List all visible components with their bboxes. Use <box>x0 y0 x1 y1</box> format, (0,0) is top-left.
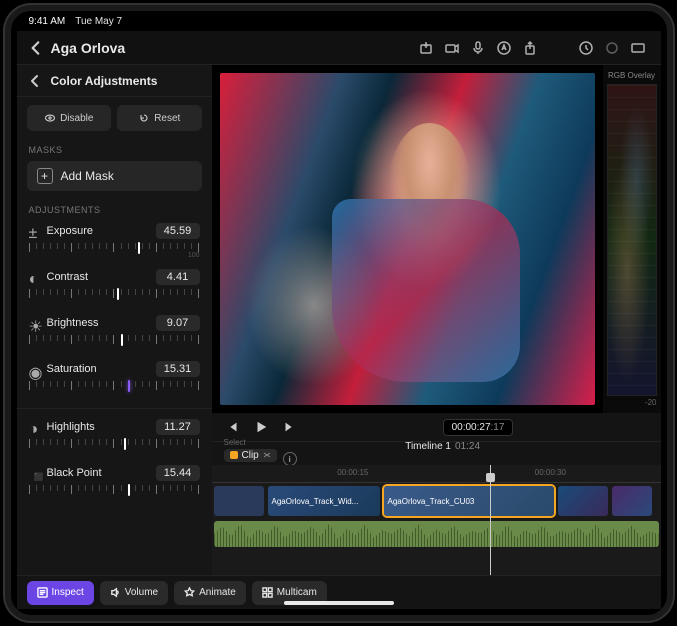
inspect-tab[interactable]: Inspect <box>27 581 94 605</box>
project-title: Aga Orlova <box>51 40 126 56</box>
adj-icon: ☀ <box>29 317 41 329</box>
next-frame-button[interactable] <box>280 418 298 436</box>
volume-tab[interactable]: Volume <box>100 581 168 605</box>
app-window: Aga Orlova Color Adjustments Disable Res… <box>17 31 661 609</box>
back-button[interactable] <box>27 39 45 57</box>
viewer[interactable] <box>212 65 603 413</box>
scopes-panel: RGB Overlay -20 <box>603 65 661 413</box>
adj-value[interactable]: 15.31 <box>156 361 200 377</box>
camera-icon[interactable] <box>439 35 465 61</box>
home-indicator[interactable] <box>284 601 394 605</box>
timecode-display[interactable]: 00:00:27:17 <box>443 419 514 436</box>
clip-3-selected[interactable]: AgaOrlova_Track_CU03 <box>384 486 554 516</box>
adj-value[interactable]: 45.59 <box>156 223 200 239</box>
history-icon[interactable] <box>573 35 599 61</box>
adj-slider[interactable] <box>29 381 200 399</box>
transport-bar: 00:00:27:17 <box>212 413 661 441</box>
ipad-frame: 9:41 AM Tue May 7 Aga Orlova Color Adjus… <box>5 5 673 621</box>
timeline-ruler[interactable]: 00:00:15 00:00:30 <box>212 465 661 483</box>
audio-track[interactable] <box>212 521 661 551</box>
clip-4[interactable] <box>558 486 608 516</box>
adjustments-section-header: ADJUSTMENTS <box>17 199 212 217</box>
timeline-info-icon[interactable]: i <box>283 452 297 466</box>
import-icon[interactable] <box>413 35 439 61</box>
prev-frame-button[interactable] <box>224 418 242 436</box>
adj-label: Exposure <box>47 225 156 237</box>
masks-section-header: MASKS <box>17 139 212 157</box>
adjustment-highlights: ◑ Highlights11.27 <box>17 413 212 459</box>
adj-icon: ◐ <box>29 271 41 283</box>
settings-icon[interactable] <box>599 35 625 61</box>
video-track[interactable]: AgaOrlova_Track_Wid... AgaOrlova_Track_C… <box>212 483 661 519</box>
inspector-sidebar: Color Adjustments Disable Reset MASKS +A… <box>17 65 212 575</box>
rgb-scope[interactable] <box>607 84 657 396</box>
panel-back-button[interactable] <box>27 73 43 89</box>
adjustment-brightness: ☀ Brightness9.07 <box>17 309 212 355</box>
plus-icon: + <box>37 168 53 184</box>
adj-label: Saturation <box>47 363 156 375</box>
adj-slider[interactable] <box>29 289 200 307</box>
status-bar: 9:41 AM Tue May 7 <box>11 11 667 31</box>
adj-value[interactable]: 4.41 <box>156 269 200 285</box>
adj-icon: ± <box>29 225 41 237</box>
timeline-duration: 01:24 <box>455 441 480 452</box>
adj-icon: ◾ <box>29 467 41 479</box>
adj-slider[interactable] <box>29 485 200 503</box>
adj-slider[interactable] <box>29 439 200 457</box>
adjustment-black-point: ◾ Black Point15.44 <box>17 459 212 505</box>
voiceover-icon[interactable] <box>465 35 491 61</box>
share-icon[interactable] <box>517 35 543 61</box>
clip-2[interactable]: AgaOrlova_Track_Wid... <box>268 486 380 516</box>
scope-title: RGB Overlay <box>607 71 657 80</box>
adj-label: Brightness <box>47 317 156 329</box>
audio-clip[interactable] <box>214 521 659 547</box>
adj-value[interactable]: 9.07 <box>156 315 200 331</box>
playhead[interactable] <box>490 465 491 575</box>
animate-tab[interactable]: Animate <box>174 581 246 605</box>
adjustments-list: ± Exposure45.59 100 ◐ Contrast4.41 ☀ Brightnes… <box>17 217 212 575</box>
panel-header: Color Adjustments <box>17 65 212 97</box>
status-date: Tue May 7 <box>75 16 122 27</box>
status-time: 9:41 AM <box>29 16 66 27</box>
adj-label: Black Point <box>47 467 156 479</box>
add-mask-button[interactable]: +Add Mask <box>27 161 202 191</box>
adj-value[interactable]: 11.27 <box>156 419 200 435</box>
clip-selector[interactable]: Clip <box>224 449 277 462</box>
adj-icon: ◉ <box>29 363 41 375</box>
disable-button[interactable]: Disable <box>27 105 112 131</box>
clip-1[interactable] <box>214 486 264 516</box>
viewer-image <box>220 73 595 405</box>
clip-5[interactable] <box>612 486 652 516</box>
timeline[interactable]: 00:00:15 00:00:30 AgaOrlova_Track_Wid...… <box>212 465 661 575</box>
adjustment-saturation: ◉ Saturation15.31 <box>17 355 212 401</box>
adj-label: Contrast <box>47 271 156 283</box>
adjustment-contrast: ◐ Contrast4.41 <box>17 263 212 309</box>
timeline-name: Timeline 1 <box>405 441 451 452</box>
timeline-header: Select Clip Timeline 101:24i <box>212 441 661 465</box>
adj-icon: ◑ <box>29 421 41 433</box>
titles-icon[interactable] <box>491 35 517 61</box>
adjustment-exposure: ± Exposure45.59 100 <box>17 217 212 263</box>
fullscreen-icon[interactable] <box>625 35 651 61</box>
play-button[interactable] <box>252 418 270 436</box>
panel-title: Color Adjustments <box>51 74 158 88</box>
adj-slider[interactable] <box>29 335 200 353</box>
scope-value: -20 <box>607 398 657 407</box>
adj-value[interactable]: 15.44 <box>156 465 200 481</box>
top-toolbar: Aga Orlova <box>17 31 661 65</box>
content-area: RGB Overlay -20 00:00:27:17 Select Clip … <box>212 65 661 575</box>
adj-slider[interactable]: 100 <box>29 243 200 261</box>
reset-button[interactable]: Reset <box>117 105 202 131</box>
adj-label: Highlights <box>47 421 156 433</box>
